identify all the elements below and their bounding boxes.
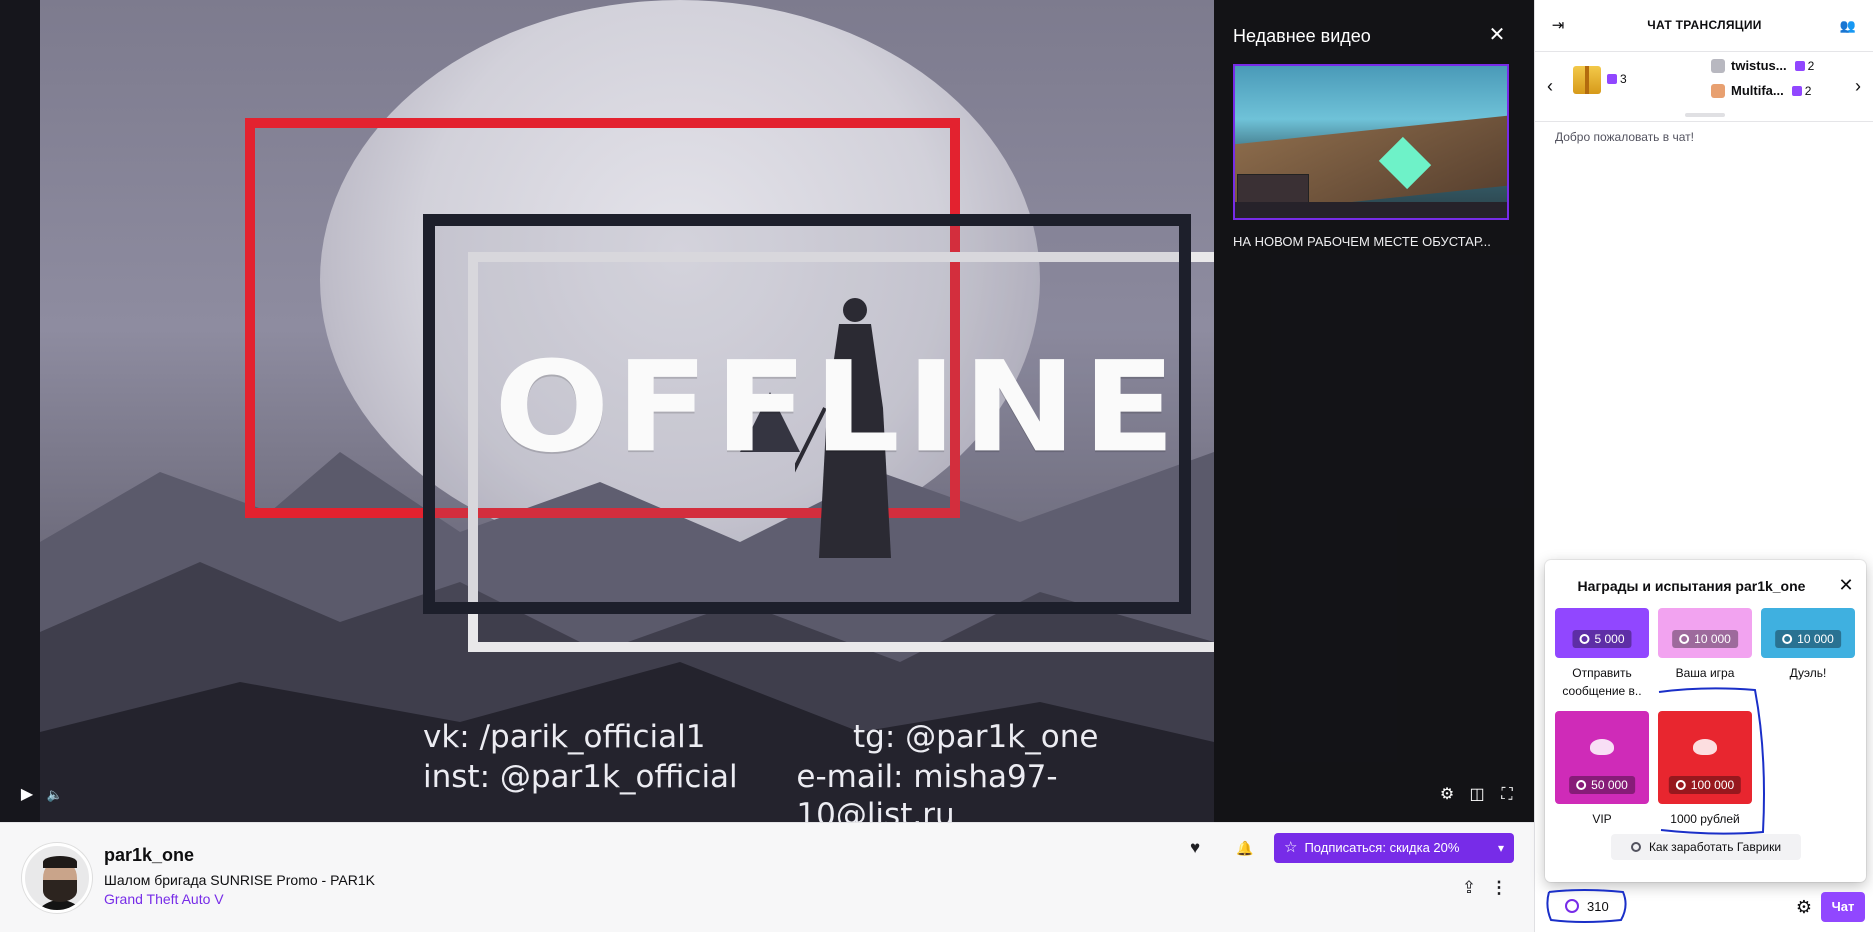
offline-screen: OFFLINE vk: /parik_official1 tg: @par1k_… [40,0,1214,822]
gifter-name: twistus... [1731,58,1787,73]
close-icon[interactable]: ✕ [1835,574,1857,596]
reward-label: 1000 рублей [1670,812,1740,826]
reward-tile[interactable]: 5 000 [1555,608,1649,658]
chevron-right-icon[interactable]: › [1849,76,1867,96]
reward-icon [1590,739,1614,755]
gift-mini-icon [1791,85,1802,96]
play-icon[interactable]: ▶ [16,785,38,807]
channel-points-icon [1565,899,1579,913]
gifter-name: Multifa... [1731,83,1784,98]
recent-video-thumbnail[interactable] [1233,64,1509,220]
subscribe-label: Подписаться: скидка 20% [1304,840,1460,855]
channel-info-bar: par1k_one Шалом бригада SUNRISE Promo - … [0,822,1534,932]
users-icon[interactable]: 👥 [1837,15,1859,37]
stream-title: Шалом бригада SUNRISE Promo - PAR1K [104,872,375,888]
reward-label: VIP [1592,812,1612,826]
welcome-message: Добро пожаловать в чат! [1555,130,1694,144]
chat-send-button[interactable]: Чат [1821,892,1865,922]
gifter-item[interactable]: Multifa... 2 [1711,83,1811,98]
social-links: vk: /parik_official1 tg: @par1k_one inst… [423,718,1214,822]
chevron-left-icon[interactable]: ‹ [1541,76,1559,96]
reward-tile[interactable]: 10 000 [1658,608,1752,658]
channel-points-balance[interactable]: 310 [1553,894,1627,920]
rewards-popup: Награды и испытания par1k_one ✕ 5 000 От… [1545,560,1866,882]
reward-tile[interactable]: 100 000 [1658,711,1752,804]
gifter-count: 2 [1804,83,1812,98]
close-icon[interactable]: ✕ [1486,24,1508,46]
offline-title: OFFLINE [494,335,1182,481]
gifter-item[interactable]: twistus... 2 [1711,58,1814,73]
gift-icon [1573,66,1601,94]
reward-tile[interactable]: 50 000 [1555,711,1649,804]
vk-link-text: vk: /parik_official1 [423,719,706,755]
chat-panel: ⇥ ЧАТ ТРАНСЛЯЦИИ 👥 ‹ 3 twistus... 2 Mult… [1534,0,1873,932]
reward-icon [1693,739,1717,755]
channel-name[interactable]: par1k_one [104,845,194,866]
email-text: e-mail: misha97-10@list.ru [796,759,1058,822]
scroll-indicator[interactable] [1685,113,1725,117]
fullscreen-icon[interactable]: ⛶ [1496,785,1518,807]
share-icon[interactable]: ⇪ [1454,873,1484,903]
chat-settings-icon[interactable]: ⚙ [1791,894,1817,920]
channel-points-icon [1679,634,1690,644]
channel-points-icon [1675,780,1686,790]
reward-label: Ваша игра [1675,666,1735,680]
player-letterbox-left [0,0,40,822]
inst-link-text: inst: @par1k_official [423,759,738,795]
settings-gear-icon[interactable]: ⚙ [1436,785,1458,807]
gift-leaderboard: ‹ 3 twistus... 2 Multifa... 2 › [1535,52,1873,122]
chevron-down-icon: ▾ [1497,841,1504,855]
game-link[interactable]: Grand Theft Auto V [104,891,224,907]
chat-header: ⇥ ЧАТ ТРАНСЛЯЦИИ 👥 [1535,0,1873,52]
star-icon: ☆ [1284,839,1298,856]
heart-icon[interactable]: ♥ [1180,833,1210,863]
rewards-title: Награды и испытания par1k_one [1577,578,1806,594]
reward-label: Дуэль! [1789,666,1827,680]
reward-label: Отправить сообщение в.. [1562,666,1642,698]
channel-points-icon [1782,634,1793,644]
user-badge-icon [1711,58,1725,73]
volume-icon[interactable]: 🔈 [44,785,66,807]
tg-link-text: tg: @par1k_one [853,719,1099,755]
gift-mini-icon [1794,60,1805,71]
channel-points-icon [1576,780,1587,790]
theatre-mode-icon[interactable]: ◫ [1466,785,1488,807]
channel-points-icon [1579,634,1590,644]
gifter-count: 2 [1807,58,1815,73]
recent-video-title: Недавнее видео [1233,26,1371,46]
bell-icon[interactable]: 🔔 [1230,833,1260,863]
recent-video-caption[interactable]: НА НОВОМ РАБОЧЕМ МЕСТЕ ОБУСТАР... [1233,234,1515,249]
gift-mini-icon [1607,74,1617,84]
user-badge-icon [1711,83,1725,98]
how-to-earn-button[interactable]: Как заработать Гаврики [1611,834,1801,860]
more-options-icon[interactable]: ⋮ [1484,873,1514,903]
avatar[interactable] [22,843,92,913]
subscribe-button[interactable]: ☆ Подписаться: скидка 20% ▾ [1274,833,1514,863]
video-player[interactable]: OFFLINE vk: /parik_official1 tg: @par1k_… [0,0,1534,822]
reward-tile[interactable]: 10 000 [1761,608,1855,658]
gift-total: 3 [1620,72,1627,86]
channel-points-icon [1630,842,1641,852]
recent-video-panel: Недавнее видео ✕ НА НОВОМ РАБОЧЕМ МЕСТЕ … [1214,0,1534,822]
chat-title: ЧАТ ТРАНСЛЯЦИИ [1647,18,1762,32]
